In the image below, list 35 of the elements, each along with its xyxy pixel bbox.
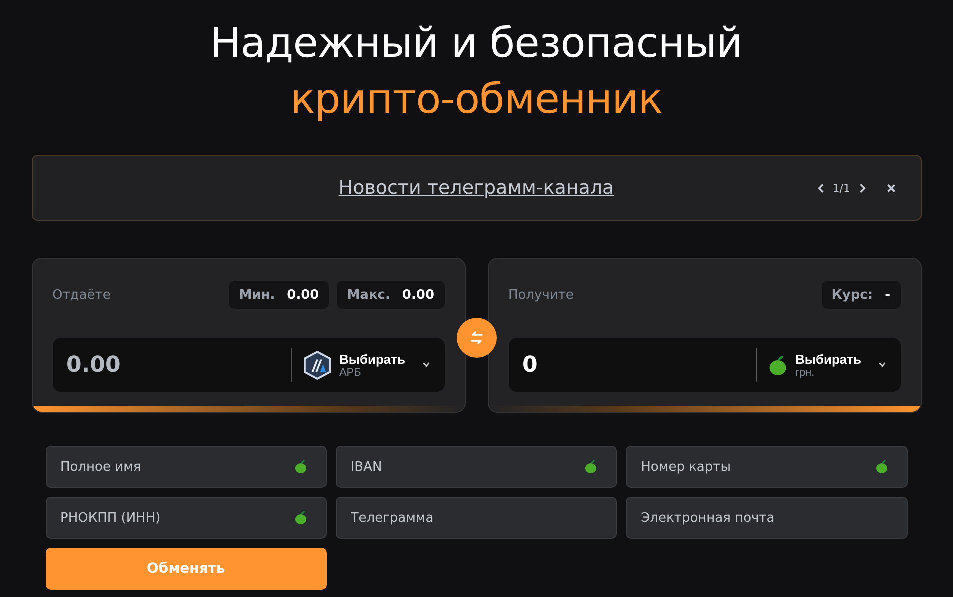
heading-accent: крипто-обменник bbox=[290, 74, 663, 125]
limit-value: - bbox=[885, 288, 890, 302]
news-link[interactable]: Новости телеграмм-канала bbox=[338, 177, 614, 199]
input-field[interactable]: Электронная почта bbox=[626, 497, 908, 539]
limit-label: Мин. bbox=[239, 288, 276, 302]
limit-value: 0.00 bbox=[287, 288, 320, 302]
input-field[interactable]: IBAN bbox=[336, 446, 618, 488]
caret-icon bbox=[422, 362, 430, 368]
input-field[interactable]: Телеграмма bbox=[336, 497, 618, 539]
input-field[interactable]: Номер карты bbox=[626, 446, 908, 488]
apple-icon bbox=[769, 354, 788, 376]
amount-field[interactable]: 0 Выбирать грн. bbox=[508, 338, 900, 392]
limit-label: Курс: bbox=[832, 288, 874, 302]
input-field[interactable]: РНОКПП (ИНН) bbox=[46, 497, 327, 539]
currency-title: Выбирать bbox=[339, 352, 406, 366]
card-label: Получите bbox=[508, 288, 574, 302]
currency-title: Выбирать bbox=[795, 352, 862, 366]
currency-code: АРБ bbox=[339, 366, 362, 378]
heading: Надежный и безопасный bbox=[210, 18, 743, 69]
limit-label: Макс. bbox=[347, 288, 390, 302]
amount-value: 0 bbox=[522, 352, 539, 378]
amount-value: 0.00 bbox=[66, 352, 122, 378]
input-field[interactable]: Полное имя bbox=[46, 446, 327, 488]
amount-field[interactable]: 0.00 Выбирать АРБ bbox=[52, 338, 444, 392]
page-counter: 1/1 bbox=[832, 182, 850, 194]
currency-code: грн. bbox=[795, 366, 815, 378]
currency-select[interactable]: Выбирать грн. bbox=[769, 352, 886, 378]
caret-icon bbox=[878, 362, 886, 368]
currency-select[interactable]: Выбирать АРБ bbox=[304, 350, 430, 380]
close-icon[interactable] bbox=[886, 182, 896, 194]
swap-icon bbox=[468, 330, 484, 346]
chevron-left-icon[interactable] bbox=[816, 182, 827, 194]
limit-value: 0.00 bbox=[402, 288, 434, 302]
hexagon-logo-icon bbox=[304, 350, 332, 380]
card-label: Отдаёте bbox=[52, 288, 111, 302]
